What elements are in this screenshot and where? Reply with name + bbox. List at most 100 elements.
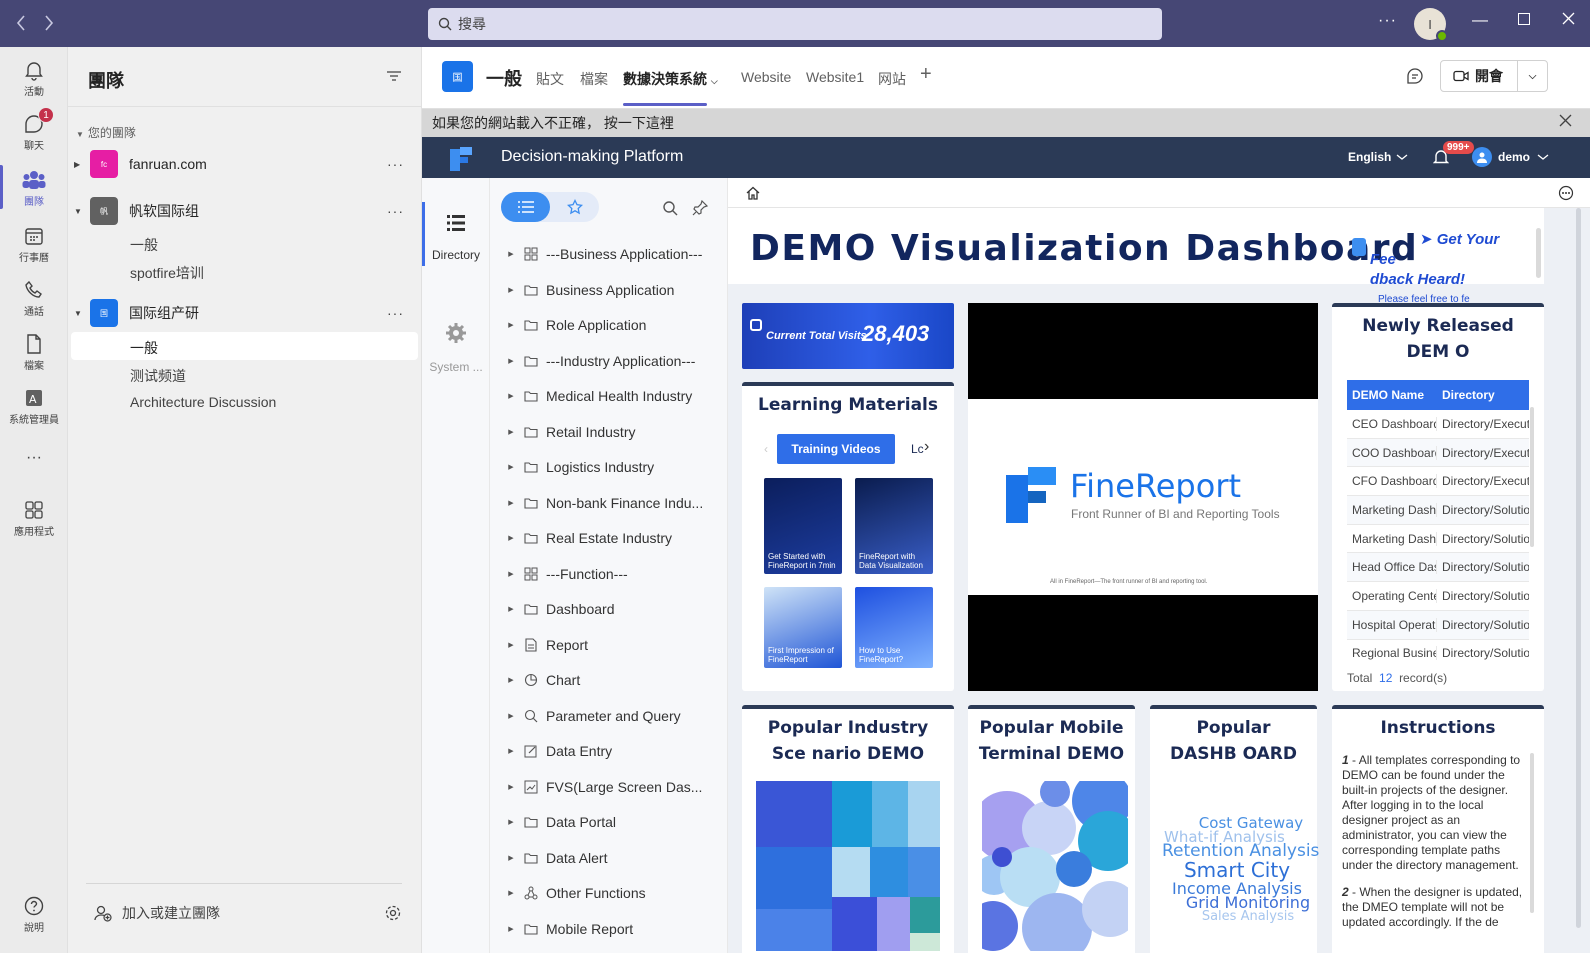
tab-training-videos[interactable]: Training Videos (777, 434, 895, 464)
directory-item[interactable]: ▶ FVS(Large Screen Das... (504, 776, 724, 798)
rail-apps[interactable]: 應用程式 (0, 499, 68, 538)
expand-caret-icon[interactable]: ▶ (504, 925, 518, 933)
maximize-icon[interactable] (1512, 12, 1536, 30)
expand-caret-icon[interactable]: ▶ (504, 641, 518, 649)
minimize-icon[interactable]: — (1468, 12, 1492, 30)
promo-video[interactable]: FineReport Front Runner of BI and Report… (968, 303, 1318, 691)
back-arrow-icon[interactable] (14, 14, 28, 32)
expand-caret-icon[interactable]: ▶ (504, 747, 518, 755)
expand-caret-icon[interactable]: ▶ (504, 783, 518, 791)
table-row[interactable]: Hospital Operati Directory/Solutio (1347, 610, 1529, 640)
table-row[interactable]: CFO Dashboard Directory/Executi (1347, 467, 1529, 497)
directory-item[interactable]: ▶ Chart (504, 669, 724, 691)
search-input[interactable]: 搜尋 (428, 8, 1162, 40)
filter-icon[interactable] (386, 69, 402, 86)
notification-text[interactable]: 如果您的網站載入不正確， 按一下這裡 (432, 113, 674, 133)
directory-item[interactable]: ▶ Parameter and Query (504, 705, 724, 727)
expand-caret-icon[interactable]: ▶ (504, 534, 518, 542)
team-more-icon[interactable]: ··· (387, 305, 404, 321)
table-row[interactable]: COO Dashboard Directory/Executi (1347, 438, 1529, 468)
table-row[interactable]: Operating Cente Directory/Solutio (1347, 582, 1529, 611)
carousel-next-icon[interactable]: › (924, 438, 929, 456)
expand-caret-icon[interactable]: ▶ (504, 357, 518, 365)
directory-item[interactable]: ▶ ---Business Application--- (504, 243, 724, 265)
language-selector[interactable]: English (1348, 150, 1409, 164)
channel-architecture[interactable]: Architecture Discussion (130, 394, 276, 410)
video-thumbnail[interactable]: How to Use FineReport? (855, 587, 933, 668)
expand-caret-icon[interactable]: ▶ (504, 286, 518, 294)
tab-files[interactable]: 檔案 (580, 69, 608, 89)
favorites-button[interactable] (550, 192, 599, 222)
mobile-bubble-chart[interactable] (982, 781, 1128, 951)
expand-caret-icon[interactable]: ▶ (504, 854, 518, 862)
rail-help[interactable]: 說明 (0, 895, 68, 934)
directory-item[interactable]: ▶ Data Portal (504, 811, 724, 833)
expand-caret-icon[interactable]: ▶ (504, 818, 518, 826)
close-icon[interactable] (1559, 114, 1572, 132)
expand-caret-icon[interactable]: ▶ (504, 463, 518, 471)
add-tab-icon[interactable]: + (920, 63, 932, 86)
directory-item[interactable]: ▶ Retail Industry (504, 421, 724, 443)
expand-caret-icon[interactable]: ▶ (504, 321, 518, 329)
rail-activity[interactable]: 活動 (0, 59, 68, 98)
tab-posts[interactable]: 貼文 (536, 69, 564, 89)
video-thumbnail[interactable]: FineReport with Data Visualization (855, 478, 933, 574)
directory-item[interactable]: ▶ Business Application (504, 279, 724, 301)
directory-item[interactable]: ▶ Logistics Industry (504, 456, 724, 478)
directory-item[interactable]: ▶ Other Functions (504, 882, 724, 904)
collapse-caret-icon[interactable]: ▼ (74, 309, 86, 318)
expand-caret-icon[interactable]: ▶ (504, 392, 518, 400)
table-row[interactable]: Marketing Dashb Directory/Solutio (1347, 525, 1529, 554)
expand-caret-icon[interactable]: ▶ (504, 605, 518, 613)
tab-website1[interactable]: Website1 (806, 69, 864, 85)
user-menu[interactable]: demo (1472, 147, 1550, 167)
meet-dropdown-chevron-icon[interactable]: ⌵ (1518, 71, 1547, 82)
video-thumbnail[interactable]: First Impression of FineReport (764, 587, 842, 668)
directory-item[interactable]: ▶ Data Entry (504, 740, 724, 762)
nav-directory[interactable]: Directory (422, 202, 490, 266)
nav-system[interactable]: System ... (422, 322, 490, 374)
team-more-icon[interactable]: ··· (387, 203, 404, 219)
tab-next[interactable]: Lc (911, 442, 924, 456)
rail-more-apps-icon[interactable]: ··· (0, 449, 68, 467)
team-fanruan-intl[interactable]: ▼ 帆 帆软国际组 ··· (74, 192, 418, 230)
feedback-link[interactable]: ➤ Get Your Fee dback Heard! Please feel … (1352, 230, 1522, 302)
directory-item[interactable]: ▶ ---Industry Application--- (504, 350, 724, 372)
expand-caret-icon[interactable]: ▶ (504, 250, 518, 258)
conversation-icon[interactable] (1406, 67, 1424, 88)
directory-item[interactable]: ▶ Report (504, 634, 724, 656)
directory-item[interactable]: ▶ Mobile Report (504, 918, 724, 940)
table-row[interactable]: CEO Dashboard Directory/Executi (1347, 410, 1529, 439)
rail-calendar[interactable]: 行事曆 (0, 225, 68, 264)
table-row[interactable]: Head Office Das Directory/Solutio (1347, 553, 1529, 583)
close-window-icon[interactable] (1556, 12, 1580, 30)
meet-button[interactable]: 開會 ⌵ (1440, 60, 1548, 92)
search-icon[interactable] (662, 200, 678, 219)
word[interactable]: Sales Analysis (1162, 909, 1312, 925)
video-thumbnail[interactable]: Get Started with FineReport in 7min (764, 478, 842, 574)
your-teams-section[interactable]: ▼ 您的團隊 (76, 124, 136, 141)
expand-caret-icon[interactable]: ▶ (504, 676, 518, 684)
team-fanruan[interactable]: ▶ fc fanruan.com ··· (74, 145, 418, 183)
settings-gear-icon[interactable] (384, 904, 402, 925)
table-row[interactable]: Regional Busine Directory/Solutio (1347, 640, 1529, 665)
rail-chat[interactable]: 1 聊天 (0, 107, 68, 152)
channel-general[interactable]: 一般 (130, 235, 158, 255)
more-options-icon[interactable]: ··· (1378, 12, 1397, 30)
content-scrollbar[interactable] (1576, 208, 1581, 928)
scrollbar[interactable] (1536, 228, 1541, 278)
team-intl-rd[interactable]: ▼ 国 国际组产研 ··· (74, 294, 418, 332)
table-row[interactable]: Marketing Dashb Directory/Solutio (1347, 496, 1529, 525)
tab-data-decision-system[interactable]: 數據決策系統 ⌵ (623, 69, 718, 89)
pin-icon[interactable] (692, 199, 709, 219)
reload-notification-bar[interactable]: 如果您的網站載入不正確， 按一下這裡 (422, 109, 1590, 137)
expand-caret-icon[interactable]: ▶ (504, 428, 518, 436)
directory-item[interactable]: ▶ Dashboard (504, 598, 724, 620)
rail-admin[interactable]: A 系統管理員 (0, 387, 68, 426)
more-options-icon[interactable] (1558, 185, 1574, 204)
expand-caret-icon[interactable]: ▶ (504, 889, 518, 897)
join-create-team-button[interactable]: 加入或建立團隊 (94, 903, 220, 923)
directory-item[interactable]: ▶ Role Application (504, 314, 724, 336)
table-scrollbar[interactable] (1530, 407, 1534, 547)
instructions-scrollbar[interactable] (1530, 753, 1534, 913)
